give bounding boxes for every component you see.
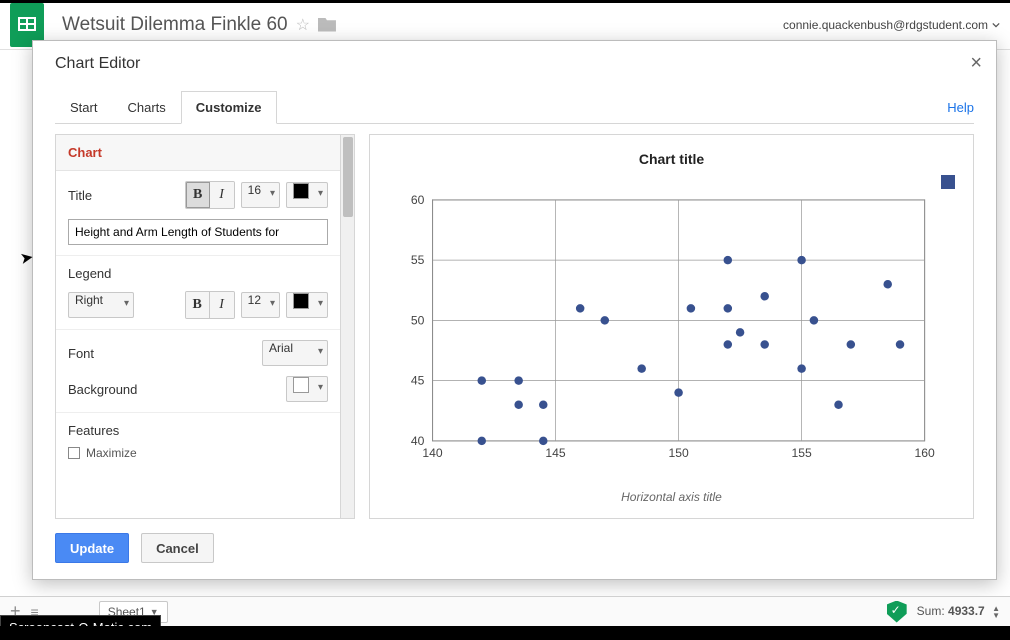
title-color-select[interactable] [286, 182, 328, 208]
document-title[interactable]: Wetsuit Dilemma Finkle 60 [62, 14, 288, 36]
font-select[interactable]: Arial [262, 340, 328, 366]
help-link[interactable]: Help [947, 100, 974, 123]
background-color-select[interactable] [286, 376, 328, 402]
svg-text:155: 155 [791, 446, 812, 460]
font-label: Font [68, 346, 94, 361]
maximize-label: Maximize [86, 446, 137, 460]
account-email[interactable]: connie.quackenbush@rdgstudent.com [783, 18, 988, 32]
svg-text:160: 160 [914, 446, 935, 460]
scatter-chart: 140 145 150 155 160 40 45 50 55 60 [388, 175, 955, 486]
svg-text:140: 140 [422, 446, 443, 460]
dialog-title: Chart Editor [55, 55, 974, 73]
legend-fontsize-select[interactable]: 12 [241, 292, 280, 318]
legend-bold-button[interactable]: B [186, 292, 210, 318]
tab-charts[interactable]: Charts [112, 91, 180, 123]
sum-label: Sum: [917, 604, 945, 618]
title-bold-italic-group: B I [185, 181, 235, 209]
chart-preview: Chart title 140 145 150 155 160 40 45 50 55 60 Ho… [369, 134, 974, 519]
tab-start[interactable]: Start [55, 91, 112, 123]
tab-customize[interactable]: Customize [181, 91, 277, 124]
chart-editor-dialog: × Chart Editor Start Charts Customize He… [32, 40, 997, 580]
section-chart-header[interactable]: Chart [56, 135, 340, 171]
sum-value: 4933.7 [948, 604, 985, 618]
chevron-down-icon [992, 21, 1000, 29]
chart-title-input[interactable] [68, 219, 328, 245]
svg-text:50: 50 [411, 313, 425, 327]
star-icon[interactable]: ☆ [296, 15, 310, 35]
customize-panel: Chart Title B I 16 [55, 134, 341, 519]
chart-title-text: Chart title [388, 151, 955, 167]
title-label: Title [68, 188, 92, 203]
legend-position-select[interactable]: Right [68, 292, 134, 318]
svg-text:55: 55 [411, 253, 425, 267]
cancel-button[interactable]: Cancel [141, 533, 214, 563]
legend-label: Legend [68, 266, 111, 281]
svg-text:45: 45 [411, 374, 425, 388]
title-bold-button[interactable]: B [186, 182, 210, 208]
title-italic-button[interactable]: I [210, 182, 234, 208]
svg-text:40: 40 [411, 434, 425, 448]
legend-italic-button[interactable]: I [210, 292, 234, 318]
svg-text:150: 150 [668, 446, 689, 460]
background-label: Background [68, 382, 137, 397]
panel-scrollbar[interactable] [341, 134, 355, 519]
features-label: Features [68, 423, 119, 438]
update-button[interactable]: Update [55, 533, 129, 563]
horizontal-axis-title: Horizontal axis title [388, 490, 955, 504]
legend-swatch [941, 175, 955, 189]
legend-color-select[interactable] [286, 292, 328, 318]
legend-bold-italic-group: B I [185, 291, 235, 319]
folder-icon[interactable] [318, 18, 336, 32]
title-fontsize-select[interactable]: 16 [241, 182, 280, 208]
maximize-checkbox[interactable] [68, 447, 80, 459]
svg-text:60: 60 [411, 193, 425, 207]
svg-text:145: 145 [545, 446, 566, 460]
close-icon[interactable]: × [970, 53, 982, 73]
shield-icon[interactable] [887, 601, 907, 623]
